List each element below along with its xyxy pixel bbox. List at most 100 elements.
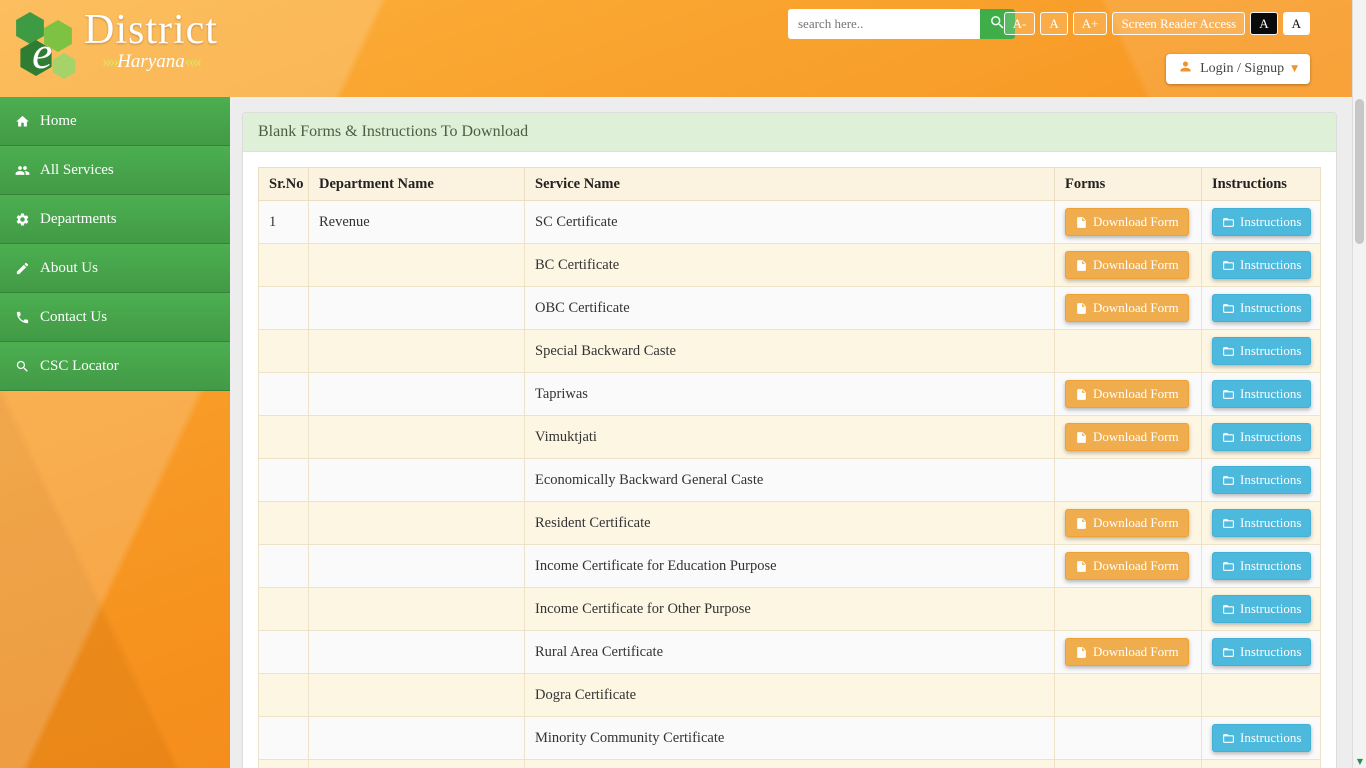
table-row: BC Certificate Download Form Instructions (258, 243, 1321, 287)
search-input[interactable] (788, 9, 980, 39)
cell-instructions: Instructions (1201, 329, 1321, 373)
login-signup-button[interactable]: Login / Signup ▼ (1166, 54, 1310, 84)
cell-service-name: Rural Area Certificate (524, 630, 1055, 674)
cell-department-name (308, 716, 525, 760)
cell-department-name (308, 415, 525, 459)
cell-forms (1054, 458, 1202, 502)
table-row: Tapriwas Download Form Instructions (258, 372, 1321, 416)
sidebar-item-about-us[interactable]: About Us (0, 244, 230, 293)
table-row: Minority Community Certificate Instructio… (258, 716, 1321, 760)
download-form-button[interactable]: Download Form (1065, 423, 1189, 451)
font-normal-button[interactable]: A (1040, 12, 1068, 35)
sidebar-item-all-services[interactable]: All Services (0, 146, 230, 195)
cell-department-name (308, 673, 525, 717)
scrollbar-thumb[interactable] (1355, 99, 1364, 244)
download-form-button[interactable]: Download Form (1065, 294, 1189, 322)
logo-text: District »»Haryana«« (84, 6, 218, 73)
instructions-button[interactable]: Instructions (1212, 509, 1312, 537)
cell-forms (1054, 673, 1202, 717)
instructions-button[interactable]: Instructions (1212, 595, 1312, 623)
instructions-button[interactable]: Instructions (1212, 552, 1312, 580)
instructions-button[interactable]: Instructions (1212, 638, 1312, 666)
font-decrease-button[interactable]: A- (1003, 12, 1036, 35)
cell-srno (258, 587, 309, 631)
panel-body: Sr.No Department Name Service Name Forms Ins… (243, 152, 1336, 768)
pdf-file-icon (1075, 517, 1088, 530)
download-form-button[interactable]: Download Form (1065, 509, 1189, 537)
phone-icon (14, 310, 30, 325)
folder-open-icon (1222, 259, 1235, 272)
instructions-button[interactable]: Instructions (1212, 423, 1312, 451)
pdf-file-icon (1075, 431, 1088, 444)
instructions-label: Instructions (1240, 730, 1302, 745)
column-header: Department Name (308, 167, 525, 201)
cell-forms: Download Form (1054, 415, 1202, 459)
instructions-button[interactable]: Instructions (1212, 337, 1312, 365)
instructions-button[interactable]: Instructions (1212, 466, 1312, 494)
accessibility-controls: A- A A+ Screen Reader Access A A (1003, 12, 1310, 35)
font-increase-button[interactable]: A+ (1072, 12, 1108, 35)
table-row: OBC Certificate Download Form Instructions (258, 286, 1321, 330)
sidebar-item-label: CSC Locator (40, 357, 119, 374)
instructions-button[interactable]: Instructions (1212, 208, 1312, 236)
download-form-button[interactable]: Download Form (1065, 552, 1189, 580)
cell-department-name (308, 329, 525, 373)
column-header: Service Name (524, 167, 1055, 201)
home-icon (14, 114, 30, 129)
cell-srno (258, 243, 309, 287)
cell-department-name (308, 759, 525, 768)
cell-instructions: Instructions (1201, 630, 1321, 674)
cell-department-name (308, 587, 525, 631)
cell-forms (1054, 587, 1202, 631)
table-row: Income Certificate for Other Purpose Inst… (258, 587, 1321, 631)
cell-instructions: Instructions (1201, 501, 1321, 545)
cell-service-name: Minority Community Certificate (524, 716, 1055, 760)
cell-forms: Download Form (1054, 544, 1202, 588)
brand-tagline: »»Haryana«« (84, 51, 218, 73)
cell-forms (1054, 329, 1202, 373)
scroll-down-button[interactable]: ▼ (1353, 754, 1366, 768)
logo[interactable]: e District »»Haryana«« (8, 6, 218, 90)
cell-srno (258, 673, 309, 717)
panel-title: Blank Forms & Instructions To Download (243, 113, 1336, 152)
folder-open-icon (1222, 388, 1235, 401)
download-form-button[interactable]: Download Form (1065, 638, 1189, 666)
cell-service-name: Income Certificate for Other Purpose (524, 587, 1055, 631)
contrast-dark-button[interactable]: A (1250, 12, 1278, 35)
download-form-label: Download Form (1093, 515, 1179, 530)
download-form-button[interactable]: Download Form (1065, 251, 1189, 279)
column-header: Instructions (1201, 167, 1321, 201)
download-form-label: Download Form (1093, 257, 1179, 272)
cell-srno (258, 329, 309, 373)
cell-service-name: Income Certificate for Education Purpose (524, 544, 1055, 588)
cell-department-name (308, 372, 525, 416)
instructions-button[interactable]: Instructions (1212, 724, 1312, 752)
column-header: Forms (1054, 167, 1202, 201)
contrast-light-button[interactable]: A (1282, 12, 1310, 35)
screen-reader-access-button[interactable]: Screen Reader Access (1112, 12, 1246, 35)
table-row: Permission For Jalsa/Public Meeting/Jalo… (258, 759, 1321, 768)
download-form-button[interactable]: Download Form (1065, 380, 1189, 408)
cell-service-name: SC Certificate (524, 200, 1055, 244)
services-table: Sr.No Department Name Service Name Forms Ins… (258, 167, 1321, 768)
sidebar-item-contact-us[interactable]: Contact Us (0, 293, 230, 342)
instructions-label: Instructions (1240, 257, 1302, 272)
folder-open-icon (1222, 603, 1235, 616)
brand-name: District (84, 7, 218, 53)
table-row: Dogra Certificate (258, 673, 1321, 717)
instructions-button[interactable]: Instructions (1212, 294, 1312, 322)
cell-forms (1054, 759, 1202, 768)
scrollbar[interactable]: ▼ (1352, 0, 1366, 768)
sidebar-item-csc-locator[interactable]: CSC Locator (0, 342, 230, 391)
sidebar-item-home[interactable]: Home (0, 97, 230, 146)
download-form-label: Download Form (1093, 644, 1179, 659)
pdf-file-icon (1075, 560, 1088, 573)
cell-instructions (1201, 673, 1321, 717)
instructions-button[interactable]: Instructions (1212, 251, 1312, 279)
download-form-button[interactable]: Download Form (1065, 208, 1189, 236)
cell-instructions: Instructions (1201, 458, 1321, 502)
instructions-button[interactable]: Instructions (1212, 380, 1312, 408)
edit-icon (14, 261, 30, 276)
sidebar-item-departments[interactable]: Departments (0, 195, 230, 244)
cell-department-name (308, 630, 525, 674)
